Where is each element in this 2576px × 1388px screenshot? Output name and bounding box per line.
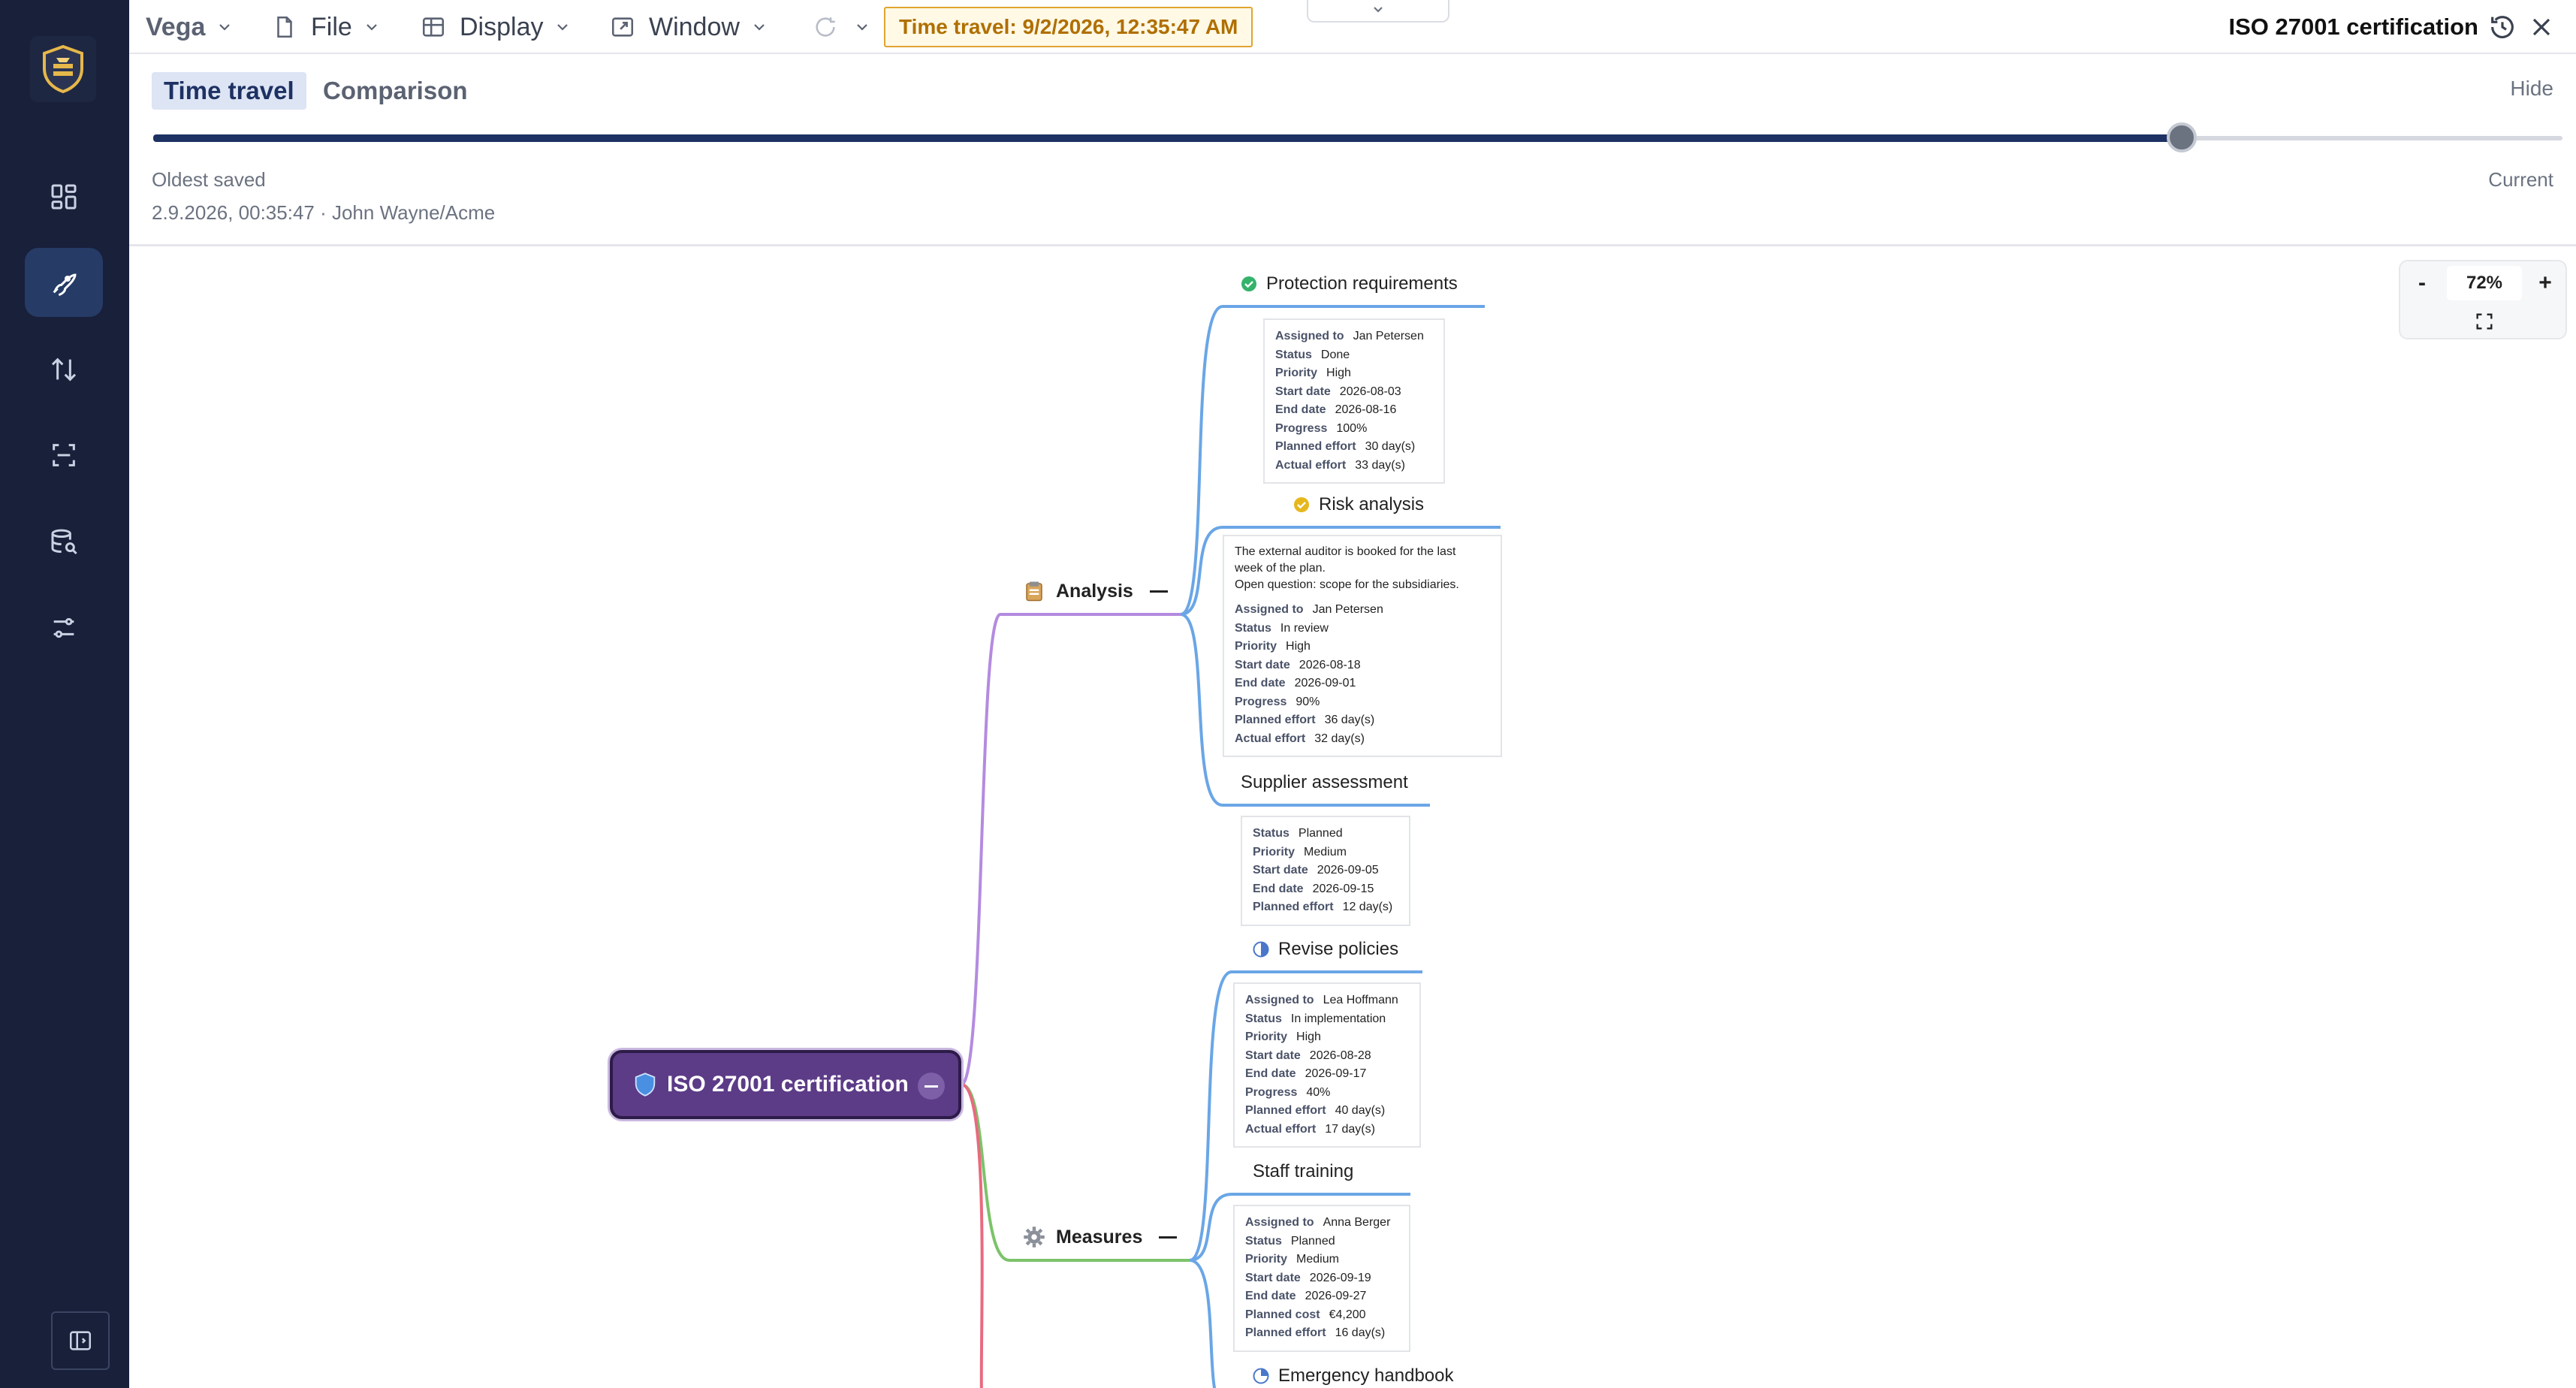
task-note: The external auditor is booked for the l…	[1235, 545, 1459, 591]
branch-measures-label: Measures	[1056, 1226, 1143, 1248]
branch-analysis-label: Analysis	[1056, 580, 1133, 602]
sidebar-scan-button[interactable]	[25, 421, 103, 490]
quarter-circle-icon	[1253, 1368, 1269, 1384]
sidebar-settings-button[interactable]	[25, 593, 103, 662]
sync-menu[interactable]	[813, 0, 870, 54]
file-menu[interactable]: File	[272, 0, 379, 54]
branch-measures[interactable]: Measures	[1023, 1226, 1178, 1248]
panel-toggle-icon	[69, 1331, 92, 1350]
task-risk-analysis[interactable]: Risk analysis	[1293, 494, 1424, 515]
panel-collapse-handle[interactable]	[1307, 0, 1449, 23]
gear-icon	[1024, 1227, 1045, 1248]
root-node[interactable]: ISO 27001 certification	[610, 1050, 961, 1119]
sort-arrows-icon	[51, 358, 77, 382]
brand-menu[interactable]: Vega	[146, 0, 232, 54]
collapse-measures-button[interactable]	[1159, 1236, 1178, 1239]
collapse-root-button[interactable]	[918, 1073, 945, 1100]
task-card-revise-policies: Assigned to Lea Hoffmann Status In impleme…	[1233, 982, 1421, 1148]
time-slider-fill	[153, 134, 2182, 142]
rocket-icon	[53, 273, 77, 297]
scan-icon	[53, 444, 75, 466]
database-search-icon	[51, 529, 77, 555]
zoom-in-button[interactable]: +	[2528, 266, 2562, 300]
chevron-down-icon	[857, 24, 867, 31]
half-circle-icon	[1253, 941, 1269, 958]
window-menu[interactable]: Window	[610, 0, 767, 54]
sidebar-collapse-button[interactable]	[51, 1311, 110, 1370]
tab-time-travel[interactable]: Time travel	[152, 72, 306, 110]
task-emergency-handbook[interactable]: Emergency handbook	[1253, 1365, 1453, 1386]
mindmap-canvas[interactable]: ISO 27001 certification Analysis Measure…	[129, 246, 2576, 1388]
sidebar-rocket-button[interactable]	[25, 248, 103, 317]
file-icon	[277, 16, 292, 38]
chevron-down-icon	[1374, 7, 1383, 13]
root-node-label: ISO 27001 certification	[667, 1072, 909, 1097]
chevron-down-icon	[366, 24, 377, 31]
oldest-saved-label: Oldest saved	[152, 168, 266, 191]
branch-analysis[interactable]: Analysis	[1023, 580, 1168, 602]
display-menu[interactable]: Display	[421, 0, 570, 54]
connector-emergency-handbook	[1189, 1259, 1217, 1388]
current-label: Current	[2488, 168, 2553, 191]
fit-to-screen-button[interactable]	[2469, 306, 2499, 336]
grid-icon	[422, 17, 445, 37]
close-icon[interactable]	[2526, 12, 2556, 42]
fit-screen-icon	[2476, 313, 2493, 330]
zoom-control: - 72% +	[2399, 260, 2567, 339]
task-card-protection-requirements: Assigned to Jan Petersen Status Done Prior…	[1263, 318, 1445, 484]
shield-icon	[635, 1073, 656, 1097]
sliders-icon	[53, 617, 74, 638]
brand-label: Vega	[146, 12, 206, 41]
time-slider[interactable]	[153, 122, 2562, 152]
zoom-out-button[interactable]: -	[2405, 266, 2439, 300]
window-menu-label: Window	[649, 12, 740, 41]
document-title: ISO 27001 certification	[2228, 14, 2478, 40]
sidebar-sort-button[interactable]	[25, 335, 103, 404]
menu-bar: Vega File Display Window Time travel: 9/…	[129, 0, 2576, 54]
task-card-risk-analysis: The external auditor is booked for the l…	[1223, 535, 1502, 757]
task-card-supplier-assessment: Status Planned Priority Medium Start date 2…	[1241, 816, 1410, 926]
sidebar-database-search-button[interactable]	[25, 508, 103, 577]
collapse-analysis-button[interactable]	[1149, 590, 1168, 593]
zoom-level[interactable]: 72%	[2447, 266, 2522, 300]
chevron-down-icon	[557, 24, 569, 31]
dashboard-icon	[51, 184, 77, 210]
time-slider-thumb[interactable]	[2167, 122, 2197, 152]
chevron-down-icon	[754, 24, 765, 31]
check-circle-yellow-icon	[1294, 497, 1309, 512]
task-staff-training[interactable]: Staff training	[1253, 1161, 1353, 1182]
shield-logo-icon	[43, 44, 83, 94]
task-supplier-assessment[interactable]: Supplier assessment	[1241, 772, 1408, 793]
app-logo[interactable]	[30, 36, 96, 102]
task-protection-requirements[interactable]: Protection requirements	[1241, 273, 1458, 294]
hide-panel-link[interactable]: Hide	[2510, 77, 2553, 101]
refresh-icon	[816, 17, 835, 37]
time-travel-badge[interactable]: Time travel: 9/2/2026, 12:35:47 AM	[884, 7, 1253, 47]
task-revise-policies[interactable]: Revise policies	[1253, 939, 1398, 960]
clipboard-icon	[1026, 581, 1042, 602]
sidebar	[0, 0, 129, 1388]
display-menu-label: Display	[460, 12, 544, 41]
chevron-down-icon	[219, 24, 231, 31]
connector-analysis	[960, 613, 1008, 1086]
task-card-staff-training: Assigned to Anna Berger Status Planned Pri…	[1233, 1205, 1410, 1352]
time-travel-panel: Time travel Comparison Hide Oldest saved…	[129, 54, 2576, 246]
tab-comparison[interactable]: Comparison	[311, 72, 480, 110]
check-circle-green-icon	[1241, 276, 1256, 291]
external-window-icon	[611, 17, 634, 37]
snapshot-info: 2.9.2026, 00:35:47 · John Wayne/Acme	[152, 201, 496, 224]
file-menu-label: File	[311, 12, 352, 41]
sidebar-dashboard-button[interactable]	[25, 162, 103, 231]
history-icon[interactable]	[2487, 12, 2517, 42]
